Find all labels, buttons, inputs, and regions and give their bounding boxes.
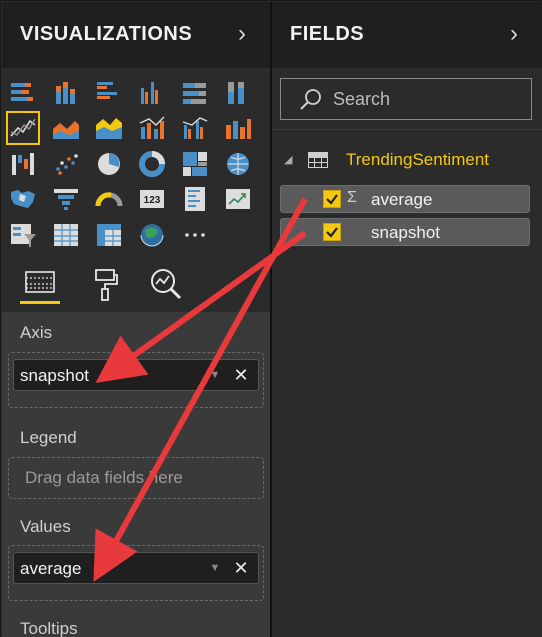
visualizations-header: VISUALIZATIONS › [2,2,270,68]
axis-well-label: Axis [20,323,53,342]
visualizations-pane: VISUALIZATIONS › 123 Axis snapshot ▼ ✕ L… [2,2,270,637]
line-and-stacked-column-chart-icon[interactable] [137,113,167,143]
slicer-icon[interactable] [8,220,38,250]
fields-header: FIELDS › [272,2,542,68]
field-name-snapshot: snapshot [371,223,440,242]
stacked-column-chart-icon[interactable] [51,78,81,108]
treemap-icon[interactable] [180,149,210,179]
field-item-snapshot[interactable]: snapshot [280,218,530,246]
field-name-average: average [371,190,433,209]
line-and-clustered-column-chart-icon[interactable] [180,113,210,143]
area-chart-icon[interactable] [51,113,81,143]
remove-axis-field-close-icon[interactable]: ✕ [230,363,252,387]
legend-well-label: Legend [20,428,77,447]
field-wells: Axis snapshot ▼ ✕ Legend Drag data field… [2,312,270,637]
line-chart-icon[interactable] [6,111,40,145]
values-field-name: average [20,559,82,578]
multi-row-card-icon[interactable] [180,184,210,214]
app-frame: VISUALIZATIONS › 123 Axis snapshot ▼ ✕ L… [0,0,542,637]
values-well[interactable]: average ▼ ✕ [8,545,264,601]
table-icon[interactable] [51,220,81,250]
expand-collapse-icon[interactable]: ◢ [284,153,292,166]
more-visuals-icon[interactable] [180,220,210,250]
collapse-visualizations-chevron-icon[interactable]: › [230,20,254,48]
legend-well[interactable]: Drag data fields here [8,457,264,499]
donut-chart-icon[interactable] [137,149,167,179]
sigma-icon: Σ [347,189,357,206]
globe-map-icon[interactable] [137,220,167,250]
collapse-fields-chevron-icon[interactable]: › [502,20,526,48]
clustered-column-chart-icon[interactable] [137,78,167,108]
table-name: TrendingSentiment [346,150,490,169]
card-icon[interactable]: 123 [137,184,167,214]
map-icon[interactable] [223,149,253,179]
search-input[interactable]: Search [280,78,532,120]
table-grid-icon [308,152,328,168]
clustered-bar-chart-icon[interactable] [94,78,124,108]
matrix-icon[interactable] [94,220,124,250]
chevron-down-icon[interactable]: ▼ [208,561,222,575]
svg-text:123: 123 [144,195,161,206]
axis-field-name: snapshot [20,366,89,385]
stacked-area-chart-icon[interactable] [94,113,124,143]
well-tabs [2,256,270,312]
fields-tab-icon[interactable] [20,264,60,304]
chevron-down-icon[interactable]: ▼ [208,368,222,382]
kpi-icon[interactable] [223,184,253,214]
axis-well[interactable]: snapshot ▼ ✕ [8,352,264,408]
100-percent-stacked-bar-chart-icon[interactable] [180,78,210,108]
gauge-icon[interactable] [94,184,124,214]
100-percent-stacked-column-chart-icon[interactable] [223,78,253,108]
visualizations-title: VISUALIZATIONS [20,23,193,45]
analytics-magnifier-icon[interactable] [146,264,186,304]
values-well-label: Values [20,517,71,536]
fields-pane: FIELDS › Search ◢ TrendingSentiment Σ av… [272,2,542,637]
table-item-trendingsentiment[interactable]: ◢ TrendingSentiment [272,147,542,175]
filled-map-icon[interactable] [8,184,38,214]
legend-drop-placeholder: Drag data fields here [25,468,183,487]
scatter-chart-icon[interactable] [51,149,81,179]
ribbon-chart-icon[interactable] [223,113,253,143]
values-field-pill[interactable]: average ▼ ✕ [13,552,259,584]
axis-field-pill[interactable]: snapshot ▼ ✕ [13,359,259,391]
remove-values-field-close-icon[interactable]: ✕ [230,556,252,580]
format-paint-roller-icon[interactable] [86,264,126,304]
funnel-icon[interactable] [51,184,81,214]
pie-chart-icon[interactable] [94,149,124,179]
waterfall-chart-icon[interactable] [8,149,38,179]
search-placeholder: Search [333,89,391,109]
search-area: Search [272,68,542,130]
fields-title: FIELDS [290,23,365,45]
stacked-bar-chart-icon[interactable] [8,78,38,108]
tooltips-well-label: Tooltips [20,619,78,637]
field-average-checkbox[interactable] [323,190,341,208]
field-item-average[interactable]: Σ average [280,185,530,213]
search-icon [300,89,321,110]
field-snapshot-checkbox[interactable] [323,223,341,241]
